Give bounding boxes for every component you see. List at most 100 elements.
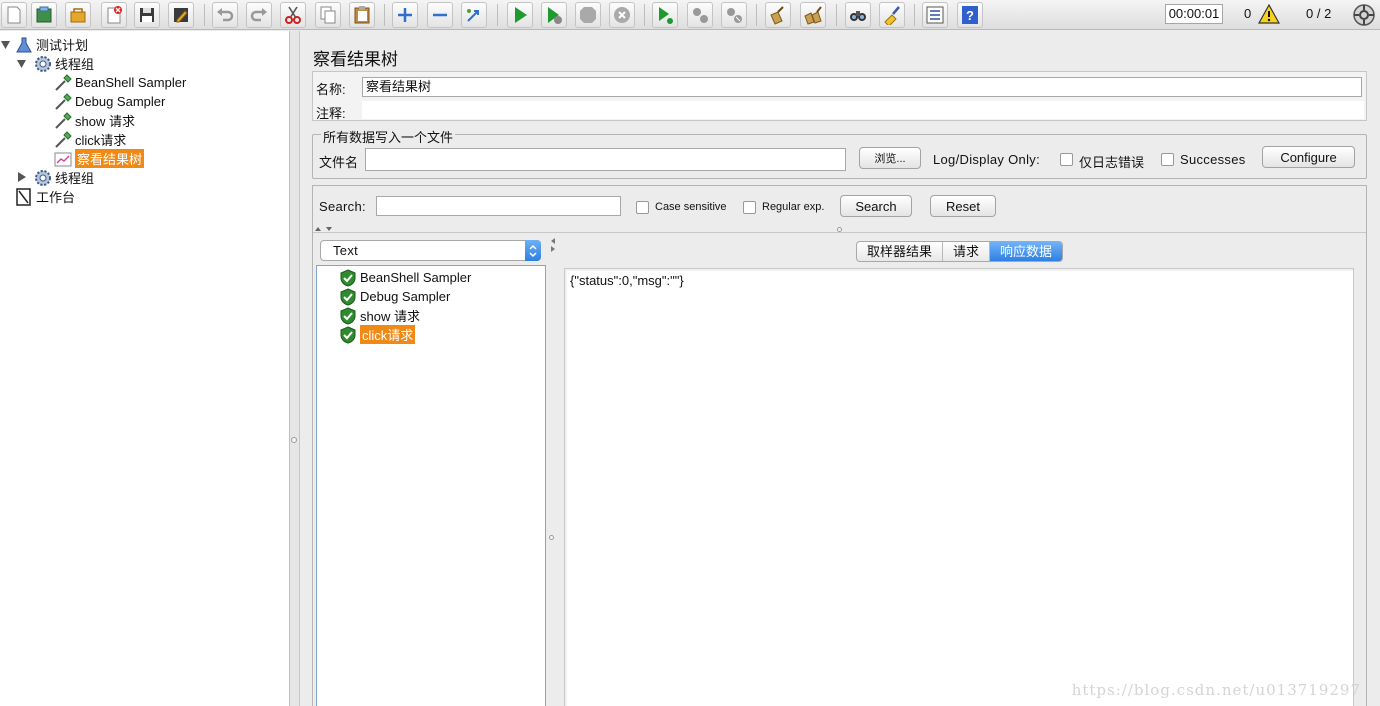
tree-node-show-request[interactable]: show 请求 (54, 111, 135, 130)
save-icon (140, 8, 154, 22)
error-count: 0 (1244, 6, 1252, 21)
save-as-button[interactable] (168, 2, 194, 28)
renderer-select[interactable]: Text (320, 240, 541, 261)
paste-button[interactable] (349, 2, 375, 28)
start-button[interactable] (507, 2, 533, 28)
result-sample-item[interactable]: show 请求 (339, 306, 420, 325)
tree-node-label: show 请求 (75, 114, 135, 129)
open-button[interactable] (65, 2, 91, 28)
case-sensitive-label: Case sensitive (655, 201, 727, 213)
response-text-area[interactable]: {"status":0,"msg":""} (567, 271, 1353, 706)
search-button[interactable] (845, 2, 871, 28)
tab-1[interactable]: 请求 (943, 242, 991, 261)
clear-button[interactable] (765, 2, 791, 28)
toggle-button[interactable] (461, 2, 487, 28)
remote-shutdown-icon (727, 8, 742, 23)
name-field[interactable]: 察看结果树 (362, 77, 1362, 97)
write-to-file-section: 所有数据写入一个文件 文件名 浏览... Log/Display Only: 仅… (312, 127, 1367, 179)
shutdown-button[interactable] (609, 2, 635, 28)
svg-text:?: ? (966, 8, 974, 23)
flask-icon (15, 36, 33, 54)
reset-search-button[interactable] (879, 2, 905, 28)
clear-all-button[interactable] (800, 2, 826, 28)
browse-button[interactable]: 浏览... (859, 147, 921, 169)
templates-button[interactable] (31, 2, 57, 28)
filename-field[interactable] (365, 148, 846, 171)
expand-button[interactable] (392, 2, 418, 28)
collapse-arrow-icon[interactable] (17, 59, 27, 69)
test-plan-tree: 测试计划 线程组 BeanShell Sampler Debug Sampler… (0, 31, 290, 706)
help-button[interactable]: ? (957, 2, 983, 28)
renderer-select-value: Text (333, 243, 359, 258)
tab-0[interactable]: 取样器结果 (857, 242, 944, 261)
function-helper-button[interactable] (922, 2, 948, 28)
start-no-pause-button[interactable] (541, 2, 567, 28)
workbench-icon (15, 187, 33, 206)
gear-icon (34, 169, 52, 187)
copy-button[interactable] (315, 2, 341, 28)
successes-checkbox[interactable] (1161, 153, 1174, 166)
remote-shutdown-button[interactable] (721, 2, 747, 28)
result-sample-item[interactable]: Debug Sampler (339, 287, 450, 306)
search-button[interactable]: Search (840, 195, 912, 217)
result-sample-label: show 请求 (360, 309, 420, 324)
divider-grip[interactable] (549, 535, 554, 540)
view-results-tree-panel: 察看结果树 名称: 察看结果树 注释: 所有数据写入一个文件 文件名 浏览...… (301, 31, 1380, 706)
result-sample-item[interactable]: BeanShell Sampler (339, 268, 471, 287)
reset-button[interactable]: Reset (930, 195, 996, 217)
remote-start-button[interactable] (652, 2, 678, 28)
regex-checkbox[interactable] (743, 201, 756, 214)
remote-engines-icon[interactable] (1352, 3, 1376, 27)
sampler-pipette-icon (54, 92, 72, 111)
tree-node-beanshell-sampler[interactable]: BeanShell Sampler (54, 73, 186, 92)
divider-grip[interactable] (291, 437, 297, 443)
success-shield-icon (339, 268, 357, 287)
stop-icon (580, 7, 596, 23)
tree-split-divider[interactable] (290, 31, 300, 706)
expand-arrow-icon[interactable] (17, 172, 27, 182)
remote-stop-button[interactable] (687, 2, 713, 28)
case-sensitive-checkbox[interactable] (636, 201, 649, 214)
new-button[interactable] (1, 2, 27, 28)
result-tabs: 取样器结果 请求 响应数据 (856, 241, 1064, 262)
success-shield-icon (339, 306, 357, 325)
response-panel: {"status":0,"msg":""} https://blog.csdn.… (564, 268, 1360, 706)
collapse-arrow-icon[interactable] (1, 40, 11, 50)
redo-button[interactable] (246, 2, 272, 28)
success-shield-icon (339, 287, 357, 306)
section-title: 所有数据写入一个文件 (321, 127, 456, 146)
collapse-arrows-icon[interactable] (547, 237, 559, 253)
tree-node-label-selected: 察看结果树 (75, 149, 145, 168)
result-sample-label: BeanShell Sampler (360, 270, 472, 285)
close-button[interactable] (101, 2, 127, 28)
tree-node-label: 测试计划 (36, 38, 89, 53)
tree-node-workbench[interactable]: 工作台 (15, 187, 75, 206)
success-shield-icon (339, 325, 357, 344)
remote-stop-icon (693, 8, 708, 23)
tree-node-view-results-tree[interactable]: 察看结果树 (54, 149, 145, 168)
tree-node-thread-group[interactable]: 线程组 (34, 54, 94, 73)
tree-node-click-request[interactable]: click请求 (54, 130, 126, 149)
tree-node-debug-sampler[interactable]: Debug Sampler (54, 92, 165, 111)
tab-2[interactable]: 响应数据 (990, 242, 1063, 261)
open-icon (70, 8, 86, 23)
tree-node-thread-group[interactable]: 线程组 (34, 168, 94, 187)
result-sample-item[interactable]: click请求 (339, 325, 416, 344)
save-button[interactable] (134, 2, 160, 28)
undo-button[interactable] (212, 2, 238, 28)
cut-button[interactable] (280, 2, 306, 28)
search-icon (850, 11, 866, 21)
errors-only-checkbox[interactable] (1060, 153, 1073, 166)
results-section: Search: Case sensitive Regular exp. Sear… (312, 185, 1367, 706)
stop-button[interactable] (575, 2, 601, 28)
search-input[interactable] (376, 196, 621, 216)
collapse-button[interactable] (427, 2, 453, 28)
function-helper-icon (926, 6, 944, 24)
comment-field[interactable] (362, 101, 1364, 119)
configure-button[interactable]: Configure (1262, 146, 1355, 168)
results-split-divider[interactable] (547, 237, 561, 706)
tree-node-test-plan[interactable]: 测试计划 (15, 35, 88, 54)
close-icon (107, 6, 122, 24)
warning-icon (1258, 4, 1280, 24)
help-icon: ? (962, 6, 978, 24)
